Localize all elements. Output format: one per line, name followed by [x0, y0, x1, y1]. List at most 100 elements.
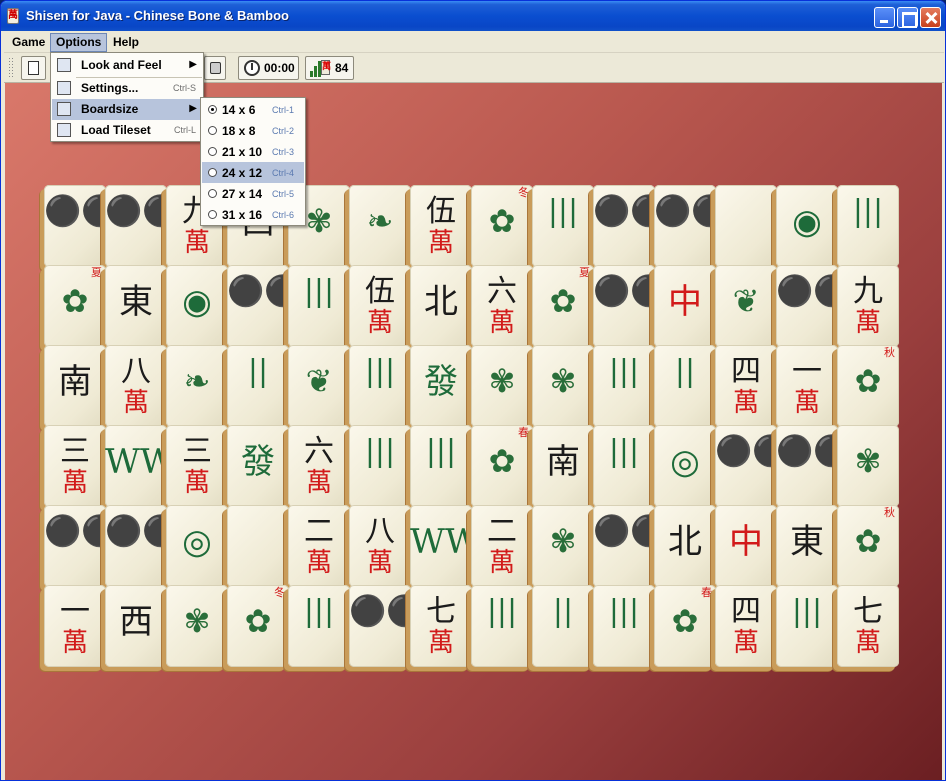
mahjong-tile[interactable]: ||| [471, 585, 533, 667]
mahjong-tile[interactable]: ✾ [532, 345, 594, 427]
mahjong-tile[interactable] [227, 505, 289, 587]
mahjong-tile[interactable]: ✾ [166, 585, 228, 667]
boardsize-option-24x12[interactable]: 24 x 12 Ctrl-4 [202, 162, 304, 183]
mahjong-tile[interactable]: 南 [532, 425, 594, 507]
mahjong-tile[interactable]: ⚫⚫⚫ [105, 185, 217, 267]
menu-help[interactable]: Help [107, 33, 145, 52]
mahjong-tile[interactable]: 發 [227, 425, 289, 507]
mahjong-tile[interactable]: ⚫⚫ [227, 265, 302, 347]
mahjong-tile[interactable]: 八萬 [105, 345, 167, 427]
boardsize-option-21x10[interactable]: 21 x 10 Ctrl-3 [202, 141, 304, 162]
mahjong-tile[interactable]: ⚫⚫ [593, 265, 668, 347]
mahjong-tile[interactable]: ✿ 夏 [44, 265, 106, 347]
mahjong-tile[interactable]: ◎ [654, 425, 716, 507]
toolbar-grip[interactable] [8, 57, 14, 79]
mahjong-tile[interactable]: ||| [776, 585, 838, 667]
mahjong-tile[interactable]: 七萬 [410, 585, 472, 667]
mahjong-tile[interactable]: 南 [44, 345, 106, 427]
mahjong-tile[interactable]: ||| [593, 425, 655, 507]
mahjong-tile[interactable]: ✿ 秋 [837, 345, 899, 427]
mahjong-tile[interactable]: ✿ 春 [654, 585, 716, 667]
mahjong-tile[interactable]: WW [410, 505, 480, 587]
mahjong-tile[interactable]: || [227, 345, 289, 427]
mahjong-tile[interactable]: ||| [532, 185, 594, 267]
mahjong-tile[interactable]: 東 [776, 505, 838, 587]
mahjong-tile[interactable]: ||| [593, 345, 655, 427]
mahjong-tile[interactable]: ✾ [532, 505, 594, 587]
boardsize-option-27x14[interactable]: 27 x 14 Ctrl-5 [202, 183, 304, 204]
tiles-left-display[interactable]: 萬 84 [305, 56, 354, 80]
mahjong-tile[interactable]: 一萬 [44, 585, 106, 667]
close-button[interactable] [920, 7, 941, 28]
mahjong-tile[interactable]: ||| [837, 185, 899, 267]
mahjong-tile[interactable]: ||| [593, 585, 655, 667]
mahjong-tile[interactable]: 北 [654, 505, 716, 587]
mahjong-tile[interactable]: ⚫⚫⚫ [715, 425, 827, 507]
mahjong-tile[interactable]: ✾ [837, 425, 899, 507]
mahjong-tile[interactable]: ✿ 夏 [532, 265, 594, 347]
mahjong-tile[interactable]: 四萬 [715, 345, 777, 427]
menu-item-settings[interactable]: Settings... Ctrl-S [52, 78, 202, 99]
menu-game[interactable]: Game [6, 33, 51, 52]
mahjong-tile[interactable]: ✾ [471, 345, 533, 427]
menu-item-look-and-feel[interactable]: Look and Feel ▶ [52, 55, 202, 76]
mahjong-tile[interactable]: ||| [288, 265, 350, 347]
boardsize-option-31x16[interactable]: 31 x 16 Ctrl-6 [202, 204, 304, 225]
mahjong-tile[interactable]: ✿ 冬 [471, 185, 533, 267]
mahjong-tile[interactable]: || [654, 345, 716, 427]
timer-display[interactable]: 00:00 [238, 56, 299, 80]
mahjong-tile[interactable]: 東 [105, 265, 167, 347]
mahjong-tile[interactable]: ⚫⚫⚫ [593, 185, 705, 267]
mahjong-tile[interactable]: 九萬 [837, 265, 899, 347]
mahjong-tile[interactable]: ✿ 春 [471, 425, 533, 507]
mahjong-tile[interactable]: ||| [410, 425, 472, 507]
mahjong-tile[interactable]: 發 [410, 345, 472, 427]
boardsize-option-18x8[interactable]: 18 x 8 Ctrl-2 [202, 120, 304, 141]
mahjong-tile[interactable]: 六萬 [471, 265, 533, 347]
menu-options[interactable]: Options [50, 33, 108, 52]
mahjong-tile[interactable]: 三萬 [44, 425, 106, 507]
mahjong-tile[interactable]: 六萬 [288, 425, 350, 507]
mahjong-tile[interactable]: 二萬 [471, 505, 533, 587]
mahjong-tile[interactable]: 四萬 [715, 585, 777, 667]
mahjong-tile[interactable]: ✿ 秋 [837, 505, 899, 587]
boardsize-option-14x6[interactable]: 14 x 6 Ctrl-1 [202, 99, 304, 120]
minimize-button[interactable] [874, 7, 895, 28]
mahjong-tile[interactable]: 三萬 [166, 425, 228, 507]
mahjong-tile[interactable]: ❧ [166, 345, 228, 427]
mahjong-tile[interactable]: WW [105, 425, 175, 507]
mahjong-tile[interactable]: ❦ [288, 345, 350, 427]
menu-item-load-tileset[interactable]: Load Tileset Ctrl-L [52, 120, 202, 141]
mahjong-tile[interactable]: 伍萬 [349, 265, 411, 347]
mahjong-tile[interactable]: ✿ 冬 [227, 585, 289, 667]
mahjong-tile[interactable]: ⚫⚫⚫ [44, 185, 156, 267]
hint-button[interactable] [204, 56, 226, 80]
mahjong-tile[interactable]: 北 [410, 265, 472, 347]
mahjong-tile[interactable]: ◉ [776, 185, 838, 267]
mahjong-tile[interactable]: 西 [105, 585, 167, 667]
new-game-button[interactable] [21, 56, 46, 80]
mahjong-tile[interactable] [715, 185, 777, 267]
mahjong-tile[interactable]: ◉ [166, 265, 228, 347]
mahjong-tile[interactable]: ⚫⚫⚫ [44, 505, 156, 587]
mahjong-tile[interactable]: 伍萬 [410, 185, 472, 267]
mahjong-tile[interactable]: ⚫⚫⚫ [105, 505, 217, 587]
mahjong-tile[interactable]: 七萬 [837, 585, 899, 667]
mahjong-tile[interactable]: || [532, 585, 594, 667]
mahjong-tile[interactable]: ⚫⚫⚫ [654, 185, 766, 267]
mahjong-tile[interactable]: ⚫⚫⚫ [776, 265, 888, 347]
mahjong-tile[interactable]: ❧ [349, 185, 411, 267]
mahjong-tile[interactable]: ❦ [715, 265, 777, 347]
mahjong-tile[interactable]: ⚫⚫ [593, 505, 668, 587]
mahjong-tile[interactable]: ||| [288, 585, 350, 667]
mahjong-tile[interactable]: ⚫⚫ [776, 425, 851, 507]
title-bar[interactable]: 萬 Shisen for Java - Chinese Bone & Bambo… [1, 1, 945, 31]
mahjong-tile[interactable]: 中 [715, 505, 777, 587]
maximize-button[interactable] [897, 7, 918, 28]
mahjong-tile[interactable]: 中 [654, 265, 716, 347]
mahjong-tile[interactable]: 八萬 [349, 505, 411, 587]
menu-item-boardsize[interactable]: Boardsize ▶ [52, 99, 202, 120]
mahjong-tile[interactable]: ||| [349, 345, 411, 427]
mahjong-tile[interactable]: ⚫⚫⚫ [349, 585, 461, 667]
mahjong-tile[interactable]: ◎ [166, 505, 228, 587]
